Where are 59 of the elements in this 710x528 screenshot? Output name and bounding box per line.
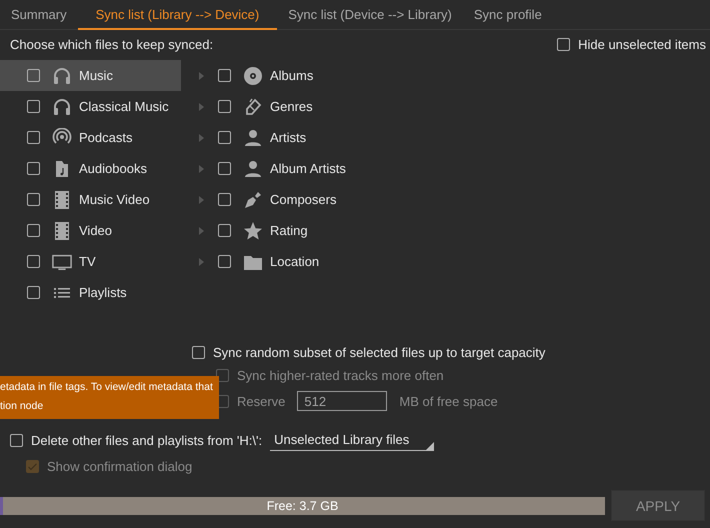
source-list-item[interactable]: Playlists [0, 277, 181, 308]
checkbox-label: Hide unselected items [578, 37, 706, 52]
checkbox[interactable] [192, 346, 205, 359]
checkbox[interactable] [27, 100, 40, 113]
checkbox[interactable] [27, 69, 40, 82]
checkbox[interactable] [27, 162, 40, 175]
tab[interactable]: Sync profile [462, 0, 553, 30]
fountain-pen-icon [243, 190, 263, 210]
headphones-icon [52, 96, 72, 116]
instruction-text: Choose which files to keep synced: [10, 37, 214, 52]
checkbox[interactable] [218, 69, 231, 82]
tree-node-label[interactable]: Location [270, 254, 320, 269]
tree-node-label[interactable]: Artists [270, 130, 306, 145]
checkbox-label: Show confirmation dialog [47, 459, 192, 474]
checkbox[interactable] [218, 100, 231, 113]
checkbox-label: Sync higher-rated tracks more often [237, 368, 444, 383]
tag-icon [243, 96, 263, 116]
checkbox-label: Delete other files and playlists from 'H:\': [31, 432, 262, 448]
tree-node-label[interactable]: Composers [270, 192, 336, 207]
source-list-item[interactable]: Video [0, 215, 181, 246]
source-list-item[interactable]: TV [0, 246, 181, 277]
source-list-item[interactable]: Classical Music [0, 91, 181, 122]
checkbox[interactable] [557, 38, 570, 51]
tree-node-label[interactable]: Albums [270, 68, 314, 83]
tree-node-label[interactable]: Rating [270, 223, 308, 238]
checkbox-label: Reserve [237, 394, 286, 408]
checkbox-label: Sync random subset of selected files up to target capacity [213, 345, 546, 360]
source-list-item[interactable]: Music Video [0, 184, 181, 215]
tree-node-label[interactable]: Genres [270, 99, 313, 114]
tooltip-text: etadata in file tags. To view/edit metadata that [0, 380, 213, 395]
disc-icon [243, 66, 263, 86]
star-icon [243, 220, 263, 240]
film-icon [52, 190, 72, 210]
checkbox[interactable] [27, 131, 40, 144]
checkbox[interactable] [10, 434, 23, 446]
unit-label: MB of free space [399, 394, 498, 408]
checkbox[interactable] [27, 255, 40, 268]
checkbox[interactable] [218, 255, 231, 268]
checkbox[interactable] [27, 193, 40, 206]
dropdown[interactable]: Unselected Library files [270, 429, 434, 451]
person-icon [243, 158, 263, 178]
checkbox[interactable] [218, 224, 231, 237]
checkbox[interactable] [218, 162, 231, 175]
source-list-item[interactable]: Audiobooks [0, 153, 181, 184]
checkbox[interactable] [218, 131, 231, 144]
free-space-label: Free: 3.7 GB [266, 498, 338, 512]
checkbox[interactable] [27, 224, 40, 237]
source-list-item[interactable]: Music [0, 60, 181, 91]
tab[interactable]: Sync list (Device --> Library) [277, 0, 463, 30]
tab[interactable]: Sync list (Library --> Device) [78, 0, 278, 30]
tooltip-text: tion node [0, 399, 44, 414]
headphones-icon [52, 66, 72, 86]
source-list-item[interactable]: Podcasts [0, 122, 181, 153]
checkbox[interactable] [27, 286, 40, 299]
checkbox[interactable] [218, 193, 231, 206]
tree-node-label[interactable]: Album Artists [270, 161, 346, 176]
film-icon [52, 220, 72, 240]
person-icon [243, 128, 263, 148]
tab[interactable]: Summary [0, 0, 78, 30]
